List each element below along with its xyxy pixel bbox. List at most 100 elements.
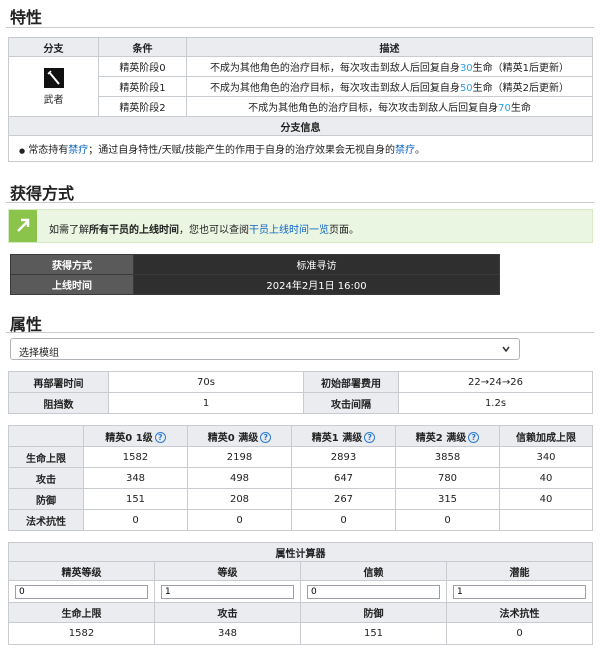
traits-header-branch: 分支 bbox=[8, 37, 99, 57]
stat-label: 攻击 bbox=[8, 467, 84, 489]
calc-input-label: 潜能 bbox=[446, 561, 593, 581]
ban-heal-link[interactable]: 禁疗 bbox=[68, 145, 88, 156]
branch-info-header: 分支信息 bbox=[8, 116, 593, 136]
branch-icon bbox=[43, 67, 64, 88]
stat-value: 151 bbox=[83, 488, 188, 510]
calc-output-label: 攻击 bbox=[154, 602, 301, 623]
block-value: 1 bbox=[108, 392, 304, 414]
calc-output-label: 法术抗性 bbox=[446, 602, 593, 623]
stats-corner bbox=[8, 425, 84, 447]
branch-cell: 武者 bbox=[8, 56, 99, 117]
branch-name: 武者 bbox=[43, 94, 64, 106]
stat-value: 40 bbox=[499, 467, 593, 489]
calc-input-cell bbox=[8, 580, 155, 603]
help-icon[interactable]: ? bbox=[468, 432, 480, 443]
trait-value: 30 bbox=[459, 63, 473, 74]
trait-description: 不成为其他角色的治疗目标，每次攻击到敌人后回复自身50生命（精英2后更新） bbox=[186, 76, 593, 97]
stat-label: 生命上限 bbox=[8, 446, 84, 468]
level-input[interactable] bbox=[161, 584, 294, 599]
release-date-label: 上线时间 bbox=[10, 274, 134, 295]
traits-header-description: 描述 bbox=[186, 37, 593, 57]
notice-box: 如需了解所有干员的上线时间，您也可以查阅干员上线时间一览页面。 bbox=[8, 209, 593, 243]
deploy-table: 再部署时间 70s 初始部署费用 22→24→26 阻挡数 1 攻击间隔 1.2… bbox=[8, 371, 593, 414]
traits-table: 分支 条件 描述 武者 精英阶段0 不成为其他角色的治疗目标，每次攻击到敌人后回… bbox=[8, 37, 593, 162]
calc-input-label: 信赖 bbox=[300, 561, 447, 581]
stat-value: 0 bbox=[187, 509, 292, 531]
stat-value bbox=[499, 509, 593, 531]
calculator-title: 属性计算器 bbox=[8, 542, 593, 562]
arrow-icon bbox=[9, 210, 37, 242]
acquire-method-value: 标准寻访 bbox=[133, 254, 500, 275]
section-divider bbox=[6, 202, 594, 203]
elite-level-input[interactable] bbox=[15, 584, 148, 599]
module-select-value: 选择模组 bbox=[19, 348, 59, 359]
redeploy-value: 70s bbox=[108, 371, 304, 393]
calc-output-value: 151 bbox=[300, 622, 447, 645]
help-icon[interactable]: ? bbox=[364, 432, 376, 443]
stats-header: 精英0 满级? bbox=[187, 425, 292, 447]
attack-interval-label: 攻击间隔 bbox=[303, 392, 399, 414]
ban-heal-link[interactable]: 禁疗 bbox=[395, 145, 415, 156]
stat-value: 498 bbox=[187, 467, 292, 489]
stat-value: 40 bbox=[499, 488, 593, 510]
stat-value: 208 bbox=[187, 488, 292, 510]
stats-header: 精英2 满级? bbox=[395, 425, 500, 447]
trait-condition: 精英阶段1 bbox=[98, 76, 187, 97]
trait-condition: 精英阶段0 bbox=[98, 56, 187, 77]
attack-interval-value: 1.2s bbox=[398, 392, 593, 414]
stat-value: 1582 bbox=[83, 446, 188, 468]
stat-value: 2198 bbox=[187, 446, 292, 468]
calc-input-cell bbox=[154, 580, 301, 603]
module-select[interactable]: 选择模组 bbox=[10, 338, 520, 360]
stat-value: 315 bbox=[395, 488, 500, 510]
calc-output-value: 348 bbox=[154, 622, 301, 645]
calc-input-label: 精英等级 bbox=[8, 561, 155, 581]
stat-value: 0 bbox=[291, 509, 396, 531]
potential-input[interactable] bbox=[453, 584, 586, 599]
stat-value: 3858 bbox=[395, 446, 500, 468]
traits-header-condition: 条件 bbox=[98, 37, 187, 57]
calc-input-cell bbox=[300, 580, 447, 603]
acquire-table: 获得方式 标准寻访 上线时间 2024年2月1日 16:00 bbox=[10, 254, 500, 295]
trait-description: 不成为其他角色的治疗目标，每次攻击到敌人后回复自身70生命 bbox=[186, 96, 593, 117]
calc-input-label: 等级 bbox=[154, 561, 301, 581]
stats-header: 精英0 1级? bbox=[83, 425, 188, 447]
trait-value: 50 bbox=[459, 83, 473, 94]
stat-label: 法术抗性 bbox=[8, 509, 84, 531]
stats-table: 精英0 1级? 精英0 满级? 精英1 满级? 精英2 满级? 信赖加成上限 生… bbox=[8, 425, 593, 531]
stat-value: 2893 bbox=[291, 446, 396, 468]
stats-header: 信赖加成上限 bbox=[499, 425, 593, 447]
help-icon[interactable]: ? bbox=[154, 432, 166, 443]
deploy-cost-label: 初始部署费用 bbox=[303, 371, 399, 393]
calc-output-label: 生命上限 bbox=[8, 602, 155, 623]
section-divider bbox=[6, 332, 594, 333]
release-date-value: 2024年2月1日 16:00 bbox=[133, 274, 500, 295]
calc-output-value: 1582 bbox=[8, 622, 155, 645]
calculator-table: 属性计算器 精英等级 等级 信赖 潜能 生命上限 攻击 防御 法术抗性 1582… bbox=[8, 542, 593, 645]
chevron-down-icon bbox=[501, 343, 511, 358]
branch-info-text: ● 常态持有禁疗；通过自身特性/天赋/技能产生的作用于自身的治疗效果会无视自身的… bbox=[8, 135, 593, 162]
calc-output-value: 0 bbox=[446, 622, 593, 645]
stat-value: 647 bbox=[291, 467, 396, 489]
release-time-link[interactable]: 干员上线时间一览 bbox=[249, 225, 329, 236]
notice-text: 如需了解所有干员的上线时间，您也可以查阅干员上线时间一览页面。 bbox=[49, 225, 359, 236]
stat-value: 267 bbox=[291, 488, 396, 510]
stat-value: 0 bbox=[395, 509, 500, 531]
stat-label: 防御 bbox=[8, 488, 84, 510]
trait-description: 不成为其他角色的治疗目标，每次攻击到敌人后回复自身30生命（精英1后更新） bbox=[186, 56, 593, 77]
stat-value: 0 bbox=[83, 509, 188, 531]
calc-input-cell bbox=[446, 580, 593, 603]
traits-heading: 特性 bbox=[10, 8, 43, 27]
stats-header: 精英1 满级? bbox=[291, 425, 396, 447]
trait-condition: 精英阶段2 bbox=[98, 96, 187, 117]
acquire-heading: 获得方式 bbox=[10, 184, 75, 203]
section-divider bbox=[6, 27, 594, 28]
trust-input[interactable] bbox=[307, 584, 440, 599]
block-label: 阻挡数 bbox=[8, 392, 109, 414]
acquire-method-label: 获得方式 bbox=[10, 254, 134, 275]
stat-value: 340 bbox=[499, 446, 593, 468]
stat-value: 348 bbox=[83, 467, 188, 489]
deploy-cost-value: 22→24→26 bbox=[398, 371, 593, 393]
trait-value: 70 bbox=[498, 103, 511, 114]
help-icon[interactable]: ? bbox=[260, 432, 272, 443]
